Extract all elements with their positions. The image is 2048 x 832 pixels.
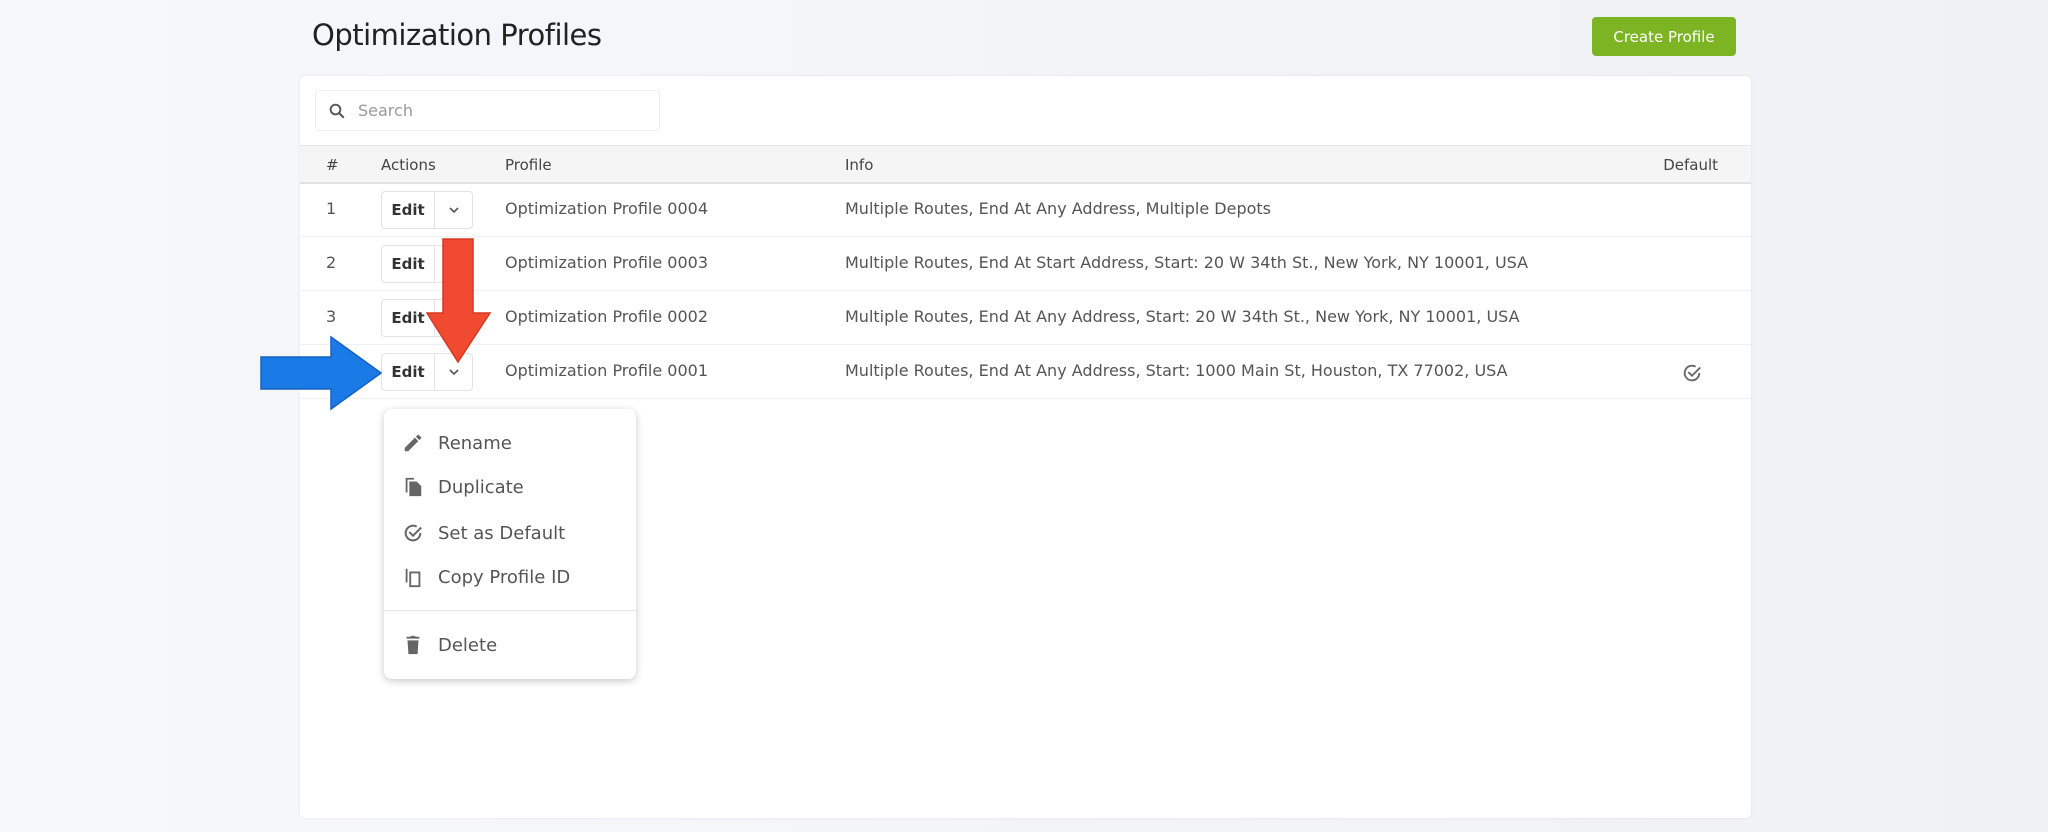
table-row: 4 Edit Optimization Profile 0001 Multipl… (300, 345, 1751, 399)
trash-icon (406, 635, 420, 655)
page-title: Optimization Profiles (312, 18, 602, 52)
search-input[interactable] (358, 101, 638, 120)
profile-name: Optimization Profile 0002 (505, 307, 708, 326)
search-icon (329, 103, 345, 118)
create-profile-button[interactable]: Create Profile (1592, 17, 1736, 56)
table-row: 3 Edit Optimization Profile 0002 Multipl… (300, 291, 1751, 345)
pencil-icon (404, 434, 422, 452)
blue-arrow-annotation (260, 335, 383, 411)
table-row: 2 Edit Optimization Profile 0003 Multipl… (300, 237, 1751, 291)
menu-item-copy-id[interactable]: Copy Profile ID (384, 557, 636, 597)
menu-item-label: Delete (438, 634, 498, 656)
default-check-icon (1683, 364, 1701, 382)
table-header: # Actions Profile Info Default (300, 145, 1751, 184)
menu-item-rename[interactable]: Rename (384, 423, 636, 463)
profile-info: Multiple Routes, End At Any Address, Sta… (845, 361, 1508, 380)
check-circle-icon (404, 524, 422, 542)
profile-name: Optimization Profile 0003 (505, 253, 708, 272)
menu-item-label: Duplicate (438, 476, 524, 498)
profile-info: Multiple Routes, End At Start Address, S… (845, 253, 1529, 272)
menu-item-label: Rename (438, 432, 512, 454)
edit-split-button: Edit (381, 191, 473, 229)
header-profile: Profile (505, 156, 552, 174)
menu-item-label: Copy Profile ID (438, 566, 571, 588)
profile-name: Optimization Profile 0004 (505, 199, 708, 218)
search-field[interactable] (315, 90, 660, 131)
menu-item-duplicate[interactable]: Duplicate (384, 467, 636, 507)
header-default: Default (1663, 156, 1718, 174)
duplicate-icon (405, 477, 422, 497)
table-row: 1 Edit Optimization Profile 0004 Multipl… (300, 183, 1751, 237)
row-number: 3 (326, 307, 337, 326)
header-actions: Actions (381, 156, 436, 174)
header-number: # (326, 156, 339, 174)
menu-item-set-default[interactable]: Set as Default (384, 513, 636, 553)
menu-divider (384, 610, 636, 611)
row-number: 2 (326, 253, 337, 272)
menu-item-label: Set as Default (438, 522, 566, 544)
profile-info: Multiple Routes, End At Any Address, Sta… (845, 307, 1520, 326)
header-info: Info (845, 156, 874, 174)
profile-name: Optimization Profile 0001 (505, 361, 708, 380)
menu-item-delete[interactable]: Delete (384, 625, 636, 665)
copy-icon (405, 568, 421, 588)
row-number: 1 (326, 199, 337, 218)
profile-info: Multiple Routes, End At Any Address, Mul… (845, 199, 1271, 218)
chevron-down-icon (448, 207, 459, 214)
chevron-down-icon (448, 369, 459, 376)
profile-actions-menu: Rename Duplicate Set as Default Copy Pro… (384, 409, 636, 679)
actions-dropdown-toggle[interactable] (435, 192, 472, 228)
red-arrow-annotation (426, 238, 492, 364)
edit-button[interactable]: Edit (382, 192, 435, 228)
